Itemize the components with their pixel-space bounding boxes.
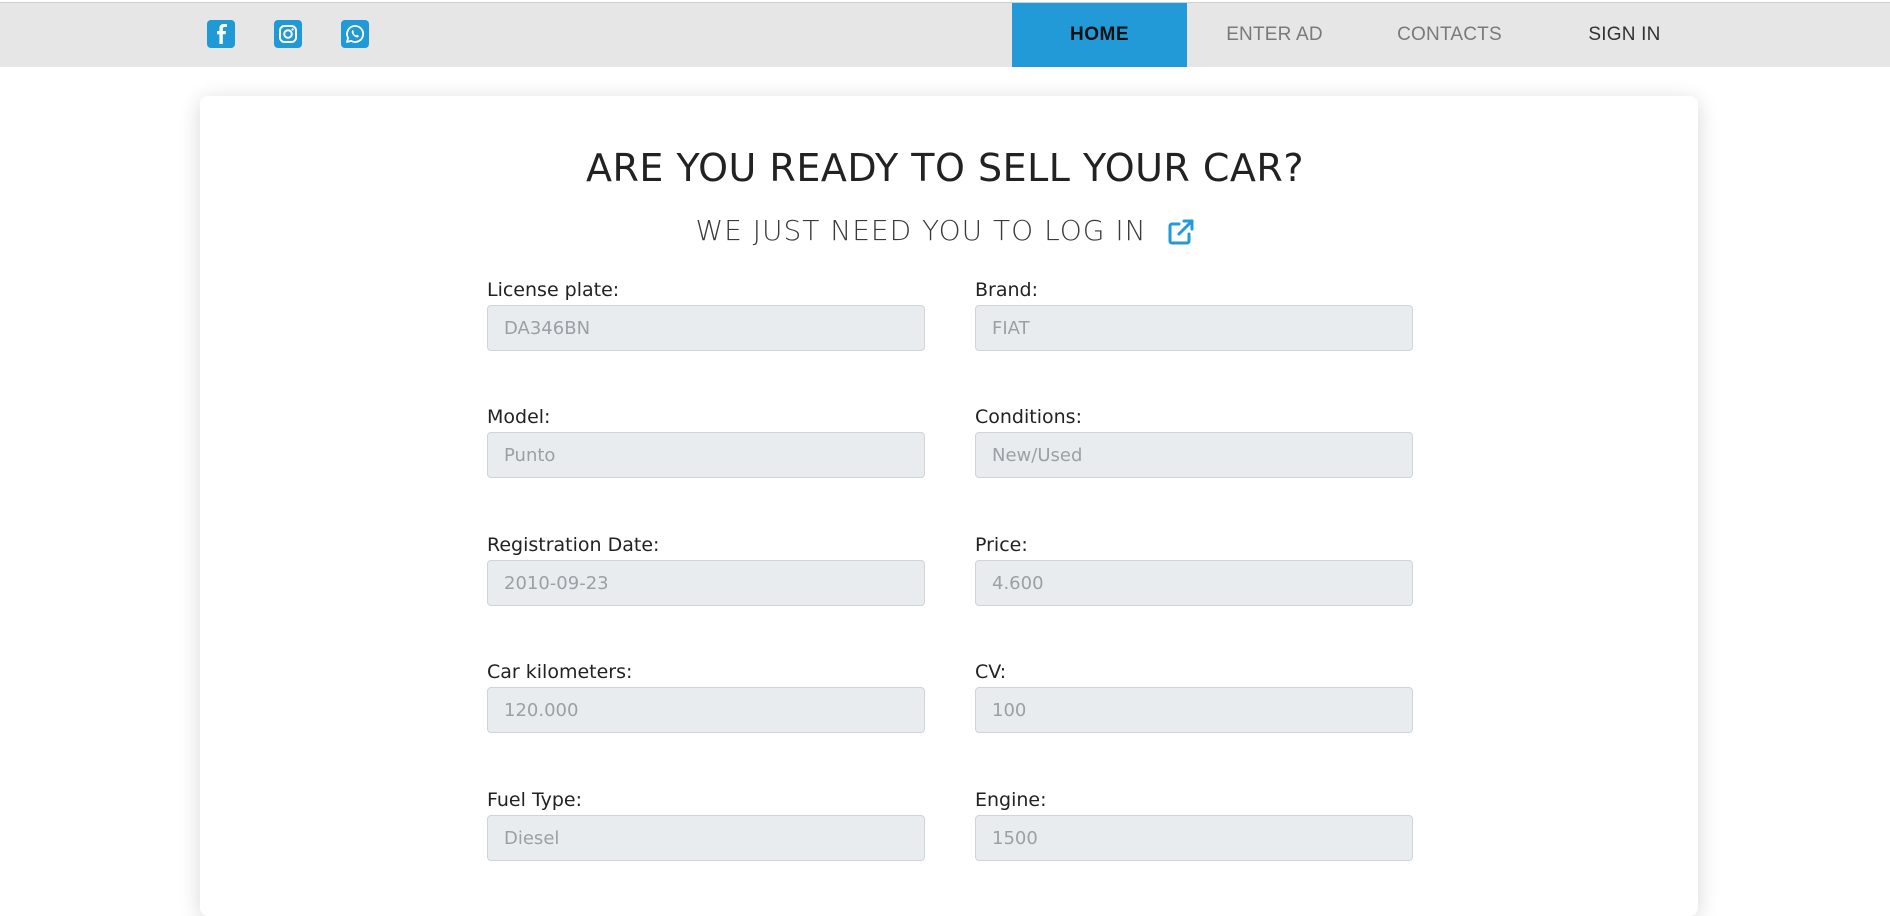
- facebook-icon[interactable]: [207, 20, 235, 48]
- nav-home-label: HOME: [1070, 24, 1129, 45]
- engine-label: Engine:: [975, 789, 1047, 811]
- price-label: Price:: [975, 534, 1028, 556]
- cv-label: CV:: [975, 661, 1007, 683]
- top-navbar: HOME ENTER AD CONTACTS SIGN IN: [0, 2, 1890, 67]
- nav-home[interactable]: HOME: [1012, 3, 1187, 67]
- car-kilometers-label: Car kilometers:: [487, 661, 633, 683]
- nav-enter-ad[interactable]: ENTER AD: [1187, 3, 1362, 67]
- conditions-label: Conditions:: [975, 406, 1082, 428]
- nav-enter-ad-label: ENTER AD: [1226, 24, 1323, 45]
- nav-sign-in-label: SIGN IN: [1588, 24, 1661, 45]
- fuel-type-label: Fuel Type:: [487, 789, 582, 811]
- nav-sign-in[interactable]: SIGN IN: [1537, 3, 1712, 67]
- instagram-icon[interactable]: [274, 20, 302, 48]
- license-plate-input[interactable]: [487, 305, 925, 351]
- engine-input[interactable]: [975, 815, 1413, 861]
- model-input[interactable]: [487, 432, 925, 478]
- cv-input[interactable]: [975, 687, 1413, 733]
- nav-contacts-label: CONTACTS: [1397, 24, 1502, 45]
- registration-date-input[interactable]: [487, 560, 925, 606]
- page-subtitle: WE JUST NEED YOU TO LOG IN: [695, 214, 1147, 247]
- conditions-input[interactable]: [975, 432, 1413, 478]
- registration-date-label: Registration Date:: [487, 534, 660, 556]
- brand-input[interactable]: [975, 305, 1413, 351]
- brand-label: Brand:: [975, 279, 1038, 301]
- license-plate-label: License plate:: [487, 279, 620, 301]
- external-link-icon[interactable]: [1167, 216, 1195, 246]
- nav-contacts[interactable]: CONTACTS: [1362, 3, 1537, 67]
- page-title: ARE YOU READY TO SELL YOUR CAR?: [586, 146, 1304, 190]
- model-label: Model:: [487, 406, 551, 428]
- price-input[interactable]: [975, 560, 1413, 606]
- car-kilometers-input[interactable]: [487, 687, 925, 733]
- login-prompt: WE JUST NEED YOU TO LOG IN: [0, 214, 1890, 247]
- fuel-type-input[interactable]: [487, 815, 925, 861]
- whatsapp-icon[interactable]: [341, 20, 369, 48]
